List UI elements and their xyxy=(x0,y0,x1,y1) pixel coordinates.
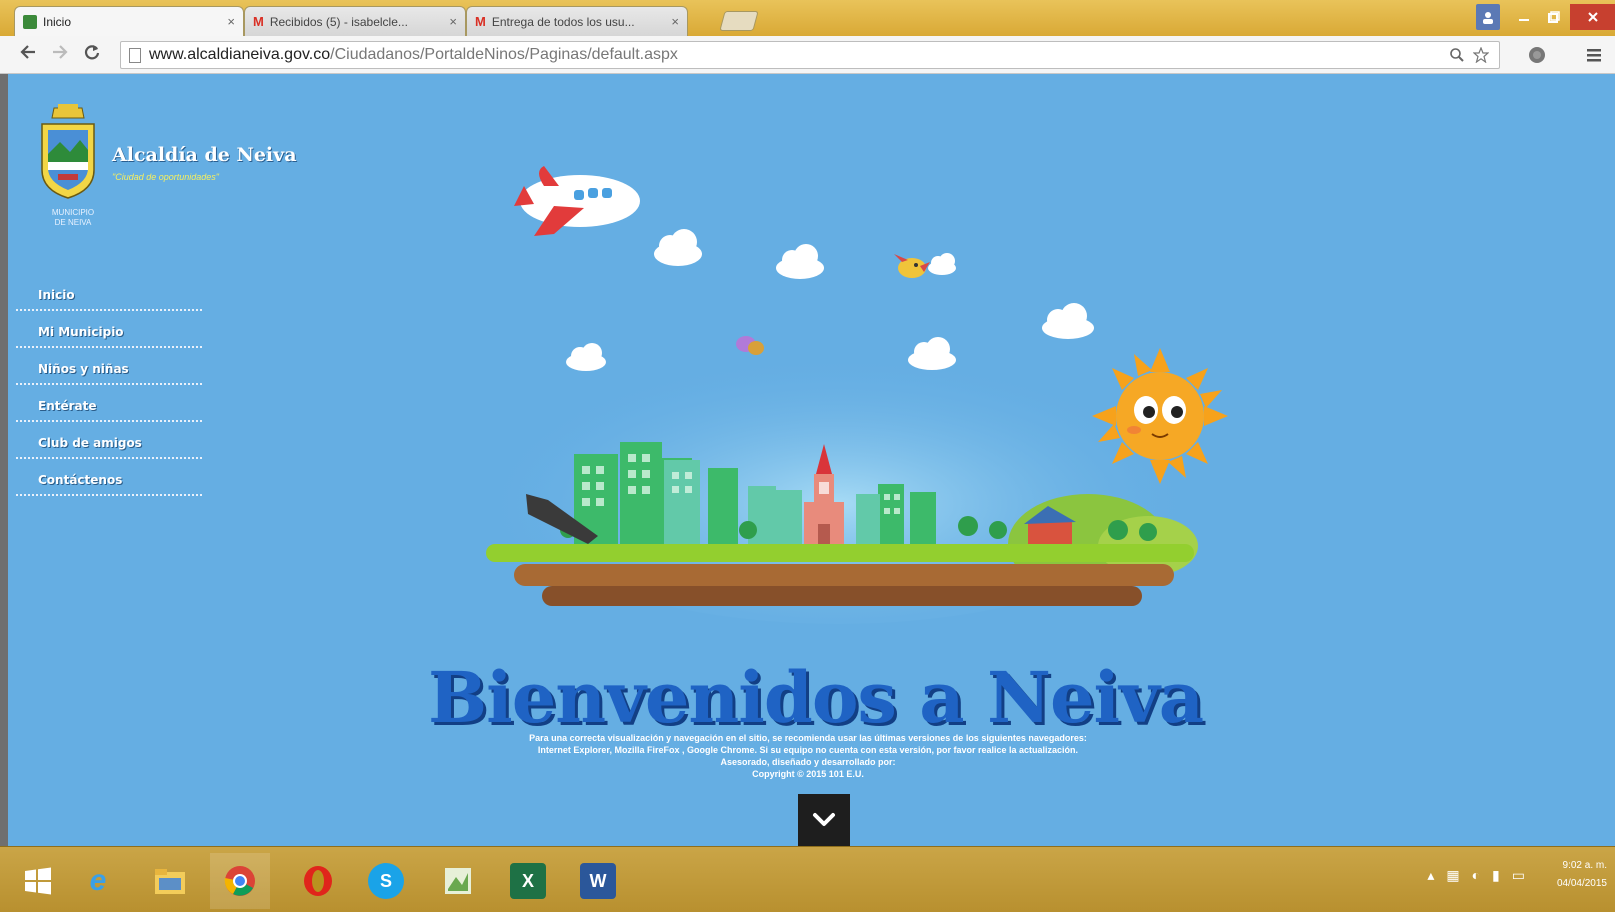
gmail-icon: M xyxy=(475,14,486,29)
notification-icon[interactable]: ▭ xyxy=(1512,867,1525,884)
flag-icon[interactable]: ▮ xyxy=(1492,867,1500,884)
nav-item-inicio[interactable]: Inicio xyxy=(16,274,202,311)
folder-icon xyxy=(155,869,185,894)
restore-button[interactable] xyxy=(1540,4,1568,30)
minimize-button[interactable] xyxy=(1510,4,1538,30)
chevron-down-icon xyxy=(813,813,835,826)
internet-explorer-button[interactable]: e xyxy=(68,853,128,909)
paint-icon xyxy=(445,868,471,894)
tab-gmail-inbox[interactable]: M Recibidos (5) - isabelcle... × xyxy=(244,6,466,36)
nav-item-ninos-y-ninas[interactable]: Niños y niñas xyxy=(16,348,202,385)
scroll-down-button[interactable] xyxy=(798,794,850,846)
gmail-icon: M xyxy=(253,14,264,29)
clock-date: 04/04/2015 xyxy=(1556,878,1607,889)
new-tab-button[interactable] xyxy=(719,11,759,31)
browser-recommendation-note: Para una correcta visualización y navega… xyxy=(428,732,1188,780)
side-navigation: Inicio Mi Municipio Niños y niñas Entéra… xyxy=(16,274,202,496)
opera-button[interactable] xyxy=(288,853,348,909)
browser-toolbar: www.alcaldianeiva.gov.co /Ciudadanos/Por… xyxy=(0,36,1615,74)
tab-gmail-entrega[interactable]: M Entrega de todos los usu... × xyxy=(466,6,688,36)
forward-arrow-icon[interactable] xyxy=(46,43,74,67)
word-button[interactable]: W xyxy=(568,853,628,909)
excel-icon: X xyxy=(510,863,546,899)
bird-icon xyxy=(894,254,930,278)
address-bar[interactable]: www.alcaldianeiva.gov.co /Ciudadanos/Por… xyxy=(120,41,1500,69)
site-slogan: "Ciudad de oportunidades" xyxy=(112,172,219,182)
windows-taskbar: e S X W ▴ ▦ ◐ ▮ ▭ 9:02 a. m. 04/04/2015 xyxy=(0,846,1615,912)
opera-icon xyxy=(304,866,332,896)
word-icon: W xyxy=(580,863,616,899)
site-favicon-icon xyxy=(23,14,37,29)
tab-inicio[interactable]: Inicio × xyxy=(14,6,244,36)
page-icon xyxy=(129,47,141,63)
bookmark-star-icon[interactable] xyxy=(1473,47,1489,63)
chrome-button[interactable] xyxy=(210,853,270,909)
site-name: Alcaldía de Neiva xyxy=(112,144,297,166)
excel-button[interactable]: X xyxy=(498,853,558,909)
back-arrow-icon[interactable] xyxy=(14,43,42,67)
zoom-icon[interactable] xyxy=(1449,47,1465,63)
url-path: /Ciudadanos/PortaldeNinos/Paginas/defaul… xyxy=(330,46,678,63)
airplane-icon xyxy=(514,166,640,236)
extension-icon[interactable] xyxy=(1528,46,1546,69)
coat-of-arms-icon xyxy=(41,104,95,199)
copyright-text: Copyright © 2015 101 E.U. xyxy=(752,769,864,779)
site-logo[interactable]: Alcaldía de Neiva "Ciudad de oportunidad… xyxy=(36,104,297,227)
tray-expand-icon[interactable]: ▴ xyxy=(1427,867,1434,884)
sun-icon xyxy=(1092,348,1228,484)
network-icon[interactable]: ▦ xyxy=(1446,867,1459,884)
tab-close-icon[interactable]: × xyxy=(449,14,457,29)
user-profile-icon[interactable] xyxy=(1476,4,1500,30)
nav-item-mi-municipio[interactable]: Mi Municipio xyxy=(16,311,202,348)
nav-item-enterate[interactable]: Entérate xyxy=(16,385,202,422)
internet-explorer-icon: e xyxy=(89,864,107,897)
url-host: www.alcaldianeiva.gov.co xyxy=(149,46,331,63)
paint-button[interactable] xyxy=(428,853,488,909)
reload-icon[interactable] xyxy=(78,43,106,67)
tab-close-icon[interactable]: × xyxy=(227,14,235,29)
tab-close-icon[interactable]: × xyxy=(671,14,679,29)
page-content: Alcaldía de Neiva "Ciudad de oportunidad… xyxy=(8,74,1615,846)
skype-button[interactable]: S xyxy=(356,853,416,909)
nav-item-club-de-amigos[interactable]: Club de amigos xyxy=(16,422,202,459)
municipio-label: MUNICIPIO DE NEIVA xyxy=(51,208,95,227)
system-tray: ▴ ▦ ◐ ▮ ▭ xyxy=(1427,867,1525,884)
tab-title: Inicio xyxy=(43,14,72,29)
volume-icon[interactable]: ◐ xyxy=(1472,867,1480,884)
welcome-title: Bienvenidos a Neiva xyxy=(428,656,1204,739)
menu-icon[interactable] xyxy=(1586,46,1602,69)
file-explorer-button[interactable] xyxy=(140,853,200,909)
clock-time: 9:02 a. m. xyxy=(1562,860,1607,871)
start-button[interactable] xyxy=(8,853,68,909)
windows-logo-icon xyxy=(25,867,51,895)
taskbar-clock[interactable]: 9:02 a. m. 04/04/2015 xyxy=(1537,857,1607,893)
tab-title: Recibidos (5) - isabelcle... xyxy=(269,14,408,29)
tab-title: Entrega de todos los usu... xyxy=(491,14,635,29)
close-window-button[interactable] xyxy=(1570,4,1615,30)
nav-item-contactenos[interactable]: Contáctenos xyxy=(16,459,202,496)
skype-icon: S xyxy=(368,863,404,899)
chrome-icon xyxy=(224,866,255,896)
browser-tab-bar: Inicio × M Recibidos (5) - isabelcle... … xyxy=(0,0,1615,36)
